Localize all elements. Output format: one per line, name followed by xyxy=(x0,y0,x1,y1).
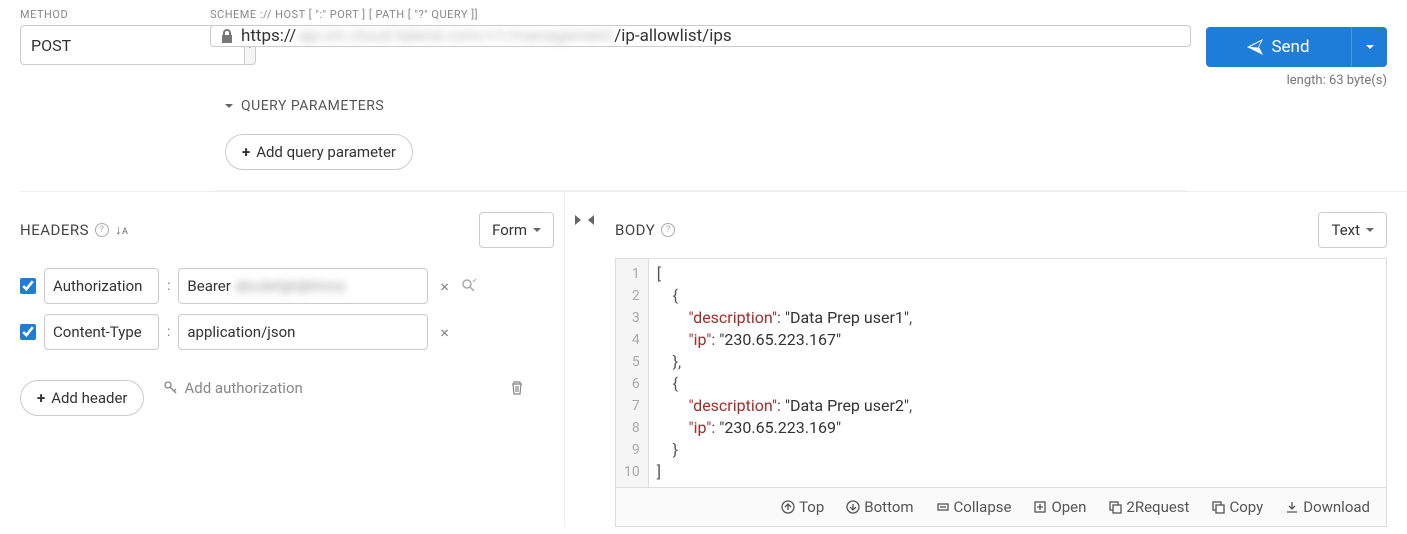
arrow-down-icon xyxy=(846,500,860,514)
line-gutter: 12345678910 xyxy=(616,259,649,487)
remove-header-icon[interactable]: × xyxy=(436,277,453,296)
url-suffix: /ip-allowlist/ips xyxy=(614,26,731,46)
copy-icon xyxy=(1108,500,1122,514)
send-icon xyxy=(1247,39,1263,55)
expand-right-icon[interactable] xyxy=(575,214,581,228)
chevron-down-icon xyxy=(1366,228,1374,232)
trash-icon[interactable] xyxy=(510,380,524,396)
plus-icon: + xyxy=(37,389,45,407)
url-blurred: api.int.cloud.talend.com/v1/management xyxy=(296,26,614,46)
sort-icon[interactable]: ↓A xyxy=(115,222,128,238)
scheme-label: SCHEME :// HOST [ ":" PORT ] [ PATH [ "?… xyxy=(210,8,1191,21)
download-button[interactable]: Download xyxy=(1285,498,1370,516)
bottom-button[interactable]: Bottom xyxy=(846,498,913,516)
header-name-input[interactable]: Content-Type xyxy=(44,314,159,350)
header-value-input[interactable]: application/json xyxy=(178,314,428,350)
collapse-button[interactable]: Collapse xyxy=(936,498,1012,516)
body-editor[interactable]: 12345678910 [ { "description": "Data Pre… xyxy=(615,258,1387,487)
header-row: Authorization : Bearerabcdefghijklmno × xyxy=(20,268,554,304)
header-name-input[interactable]: Authorization xyxy=(44,268,159,304)
url-prefix: https:// xyxy=(241,26,296,46)
headers-format-dropdown[interactable]: Form xyxy=(479,212,554,248)
remove-header-icon[interactable]: × xyxy=(436,323,453,342)
send-dropdown[interactable] xyxy=(1351,27,1387,67)
top-button[interactable]: Top xyxy=(781,498,824,516)
collapse-icon xyxy=(936,500,950,514)
colon: : xyxy=(167,278,170,294)
url-input[interactable]: https://api.int.cloud.talend.com/v1/mana… xyxy=(210,25,1191,47)
colon: : xyxy=(167,324,170,340)
method-label: METHOD xyxy=(20,8,195,21)
body-label: BODY xyxy=(615,221,655,239)
add-header-button[interactable]: + Add header xyxy=(20,380,144,416)
open-icon xyxy=(1033,500,1047,514)
header-row: Content-Type : application/json × xyxy=(20,314,554,350)
chevron-down-icon xyxy=(225,104,233,108)
plus-icon: + xyxy=(242,143,250,161)
send-button[interactable]: Send xyxy=(1206,27,1351,67)
search-icon[interactable] xyxy=(461,278,477,294)
chevron-down-icon xyxy=(533,228,541,232)
add-authorization-button[interactable]: Add authorization xyxy=(164,379,302,397)
body-format-dropdown[interactable]: Text xyxy=(1318,212,1387,248)
header-checkbox[interactable] xyxy=(20,278,36,294)
help-icon[interactable]: ? xyxy=(661,223,675,237)
copy-button[interactable]: Copy xyxy=(1211,498,1263,516)
download-icon xyxy=(1285,500,1299,514)
copy-icon xyxy=(1211,500,1225,514)
query-params-toggle[interactable]: QUERY PARAMETERS xyxy=(225,98,1167,114)
header-checkbox[interactable] xyxy=(20,324,36,340)
length-info: length: 63 byte(s) xyxy=(215,67,1407,88)
to-request-button[interactable]: 2Request xyxy=(1108,498,1189,516)
add-query-param-button[interactable]: + Add query parameter xyxy=(225,134,413,170)
chevron-down-icon xyxy=(1366,45,1374,49)
header-value-input[interactable]: Bearerabcdefghijklmno xyxy=(178,268,428,304)
help-icon[interactable]: ? xyxy=(95,223,109,237)
headers-label: HEADERS xyxy=(20,221,89,239)
lock-icon xyxy=(221,29,233,43)
arrow-up-icon xyxy=(781,500,795,514)
open-button[interactable]: Open xyxy=(1033,498,1086,516)
key-icon xyxy=(164,381,178,395)
body-toolbar: Top Bottom Collapse Open 2Request Copy D… xyxy=(615,487,1387,527)
